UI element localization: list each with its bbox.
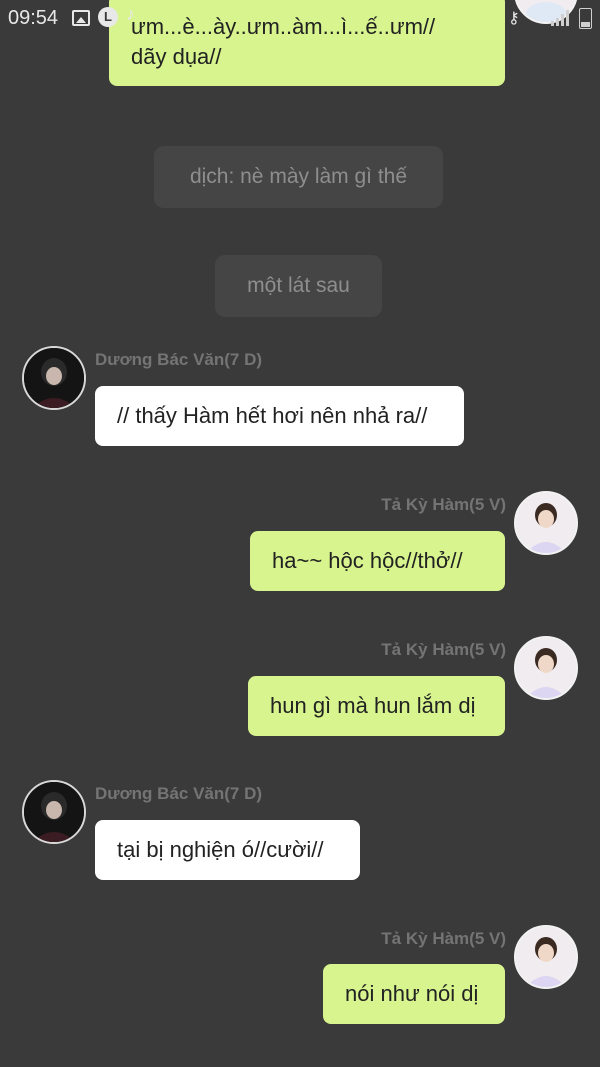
tiktok-icon: ♪ xyxy=(126,4,135,24)
sender-name: Tả Kỳ Hàm(5 V) xyxy=(381,929,506,948)
avatar-image xyxy=(516,493,576,553)
avatar-image xyxy=(24,348,84,408)
avatar-image xyxy=(24,782,84,842)
battery-icon xyxy=(579,8,592,29)
avatar-ta-ky-ham[interactable] xyxy=(514,491,578,555)
l-app-icon: L xyxy=(98,7,118,27)
avatar-image xyxy=(516,927,576,987)
avatar-duong-bac-van[interactable] xyxy=(22,780,86,844)
message-bubble-received: // thấy Hàm hết hơi nên nhả ra// xyxy=(95,386,464,446)
key-icon: ⚷ xyxy=(508,10,520,27)
sender-name: Tả Kỳ Hàm(5 V) xyxy=(381,640,506,659)
message-bubble-sent: ha~~ hộc hộc//thở// xyxy=(250,531,505,591)
avatar-ta-ky-ham[interactable] xyxy=(514,636,578,700)
signal-icon xyxy=(551,10,569,26)
message-text-line: dãy dụa// xyxy=(131,44,222,69)
avatar-duong-bac-van[interactable] xyxy=(22,346,86,410)
avatar-ta-ky-ham[interactable] xyxy=(514,925,578,989)
sender-name: Dương Bác Văn(7 D) xyxy=(95,784,263,803)
gallery-icon xyxy=(72,10,90,26)
status-bar: 09:54 L ♪ ⚷ xyxy=(0,0,600,36)
message-bubble-received: tại bị nghiện ó//cười// xyxy=(95,820,360,880)
sender-name: Tả Kỳ Hàm(5 V) xyxy=(381,495,506,514)
narration-bubble: dịch: nè mày làm gì thế xyxy=(154,146,443,208)
message-bubble-sent: nói như nói dị xyxy=(323,964,505,1024)
sender-name: Dương Bác Văn(7 D) xyxy=(95,350,263,369)
avatar-image xyxy=(516,638,576,698)
status-time: 09:54 xyxy=(8,7,59,29)
narration-bubble: một lát sau xyxy=(215,255,382,317)
message-bubble-sent: hun gì mà hun lắm dị xyxy=(248,676,505,736)
